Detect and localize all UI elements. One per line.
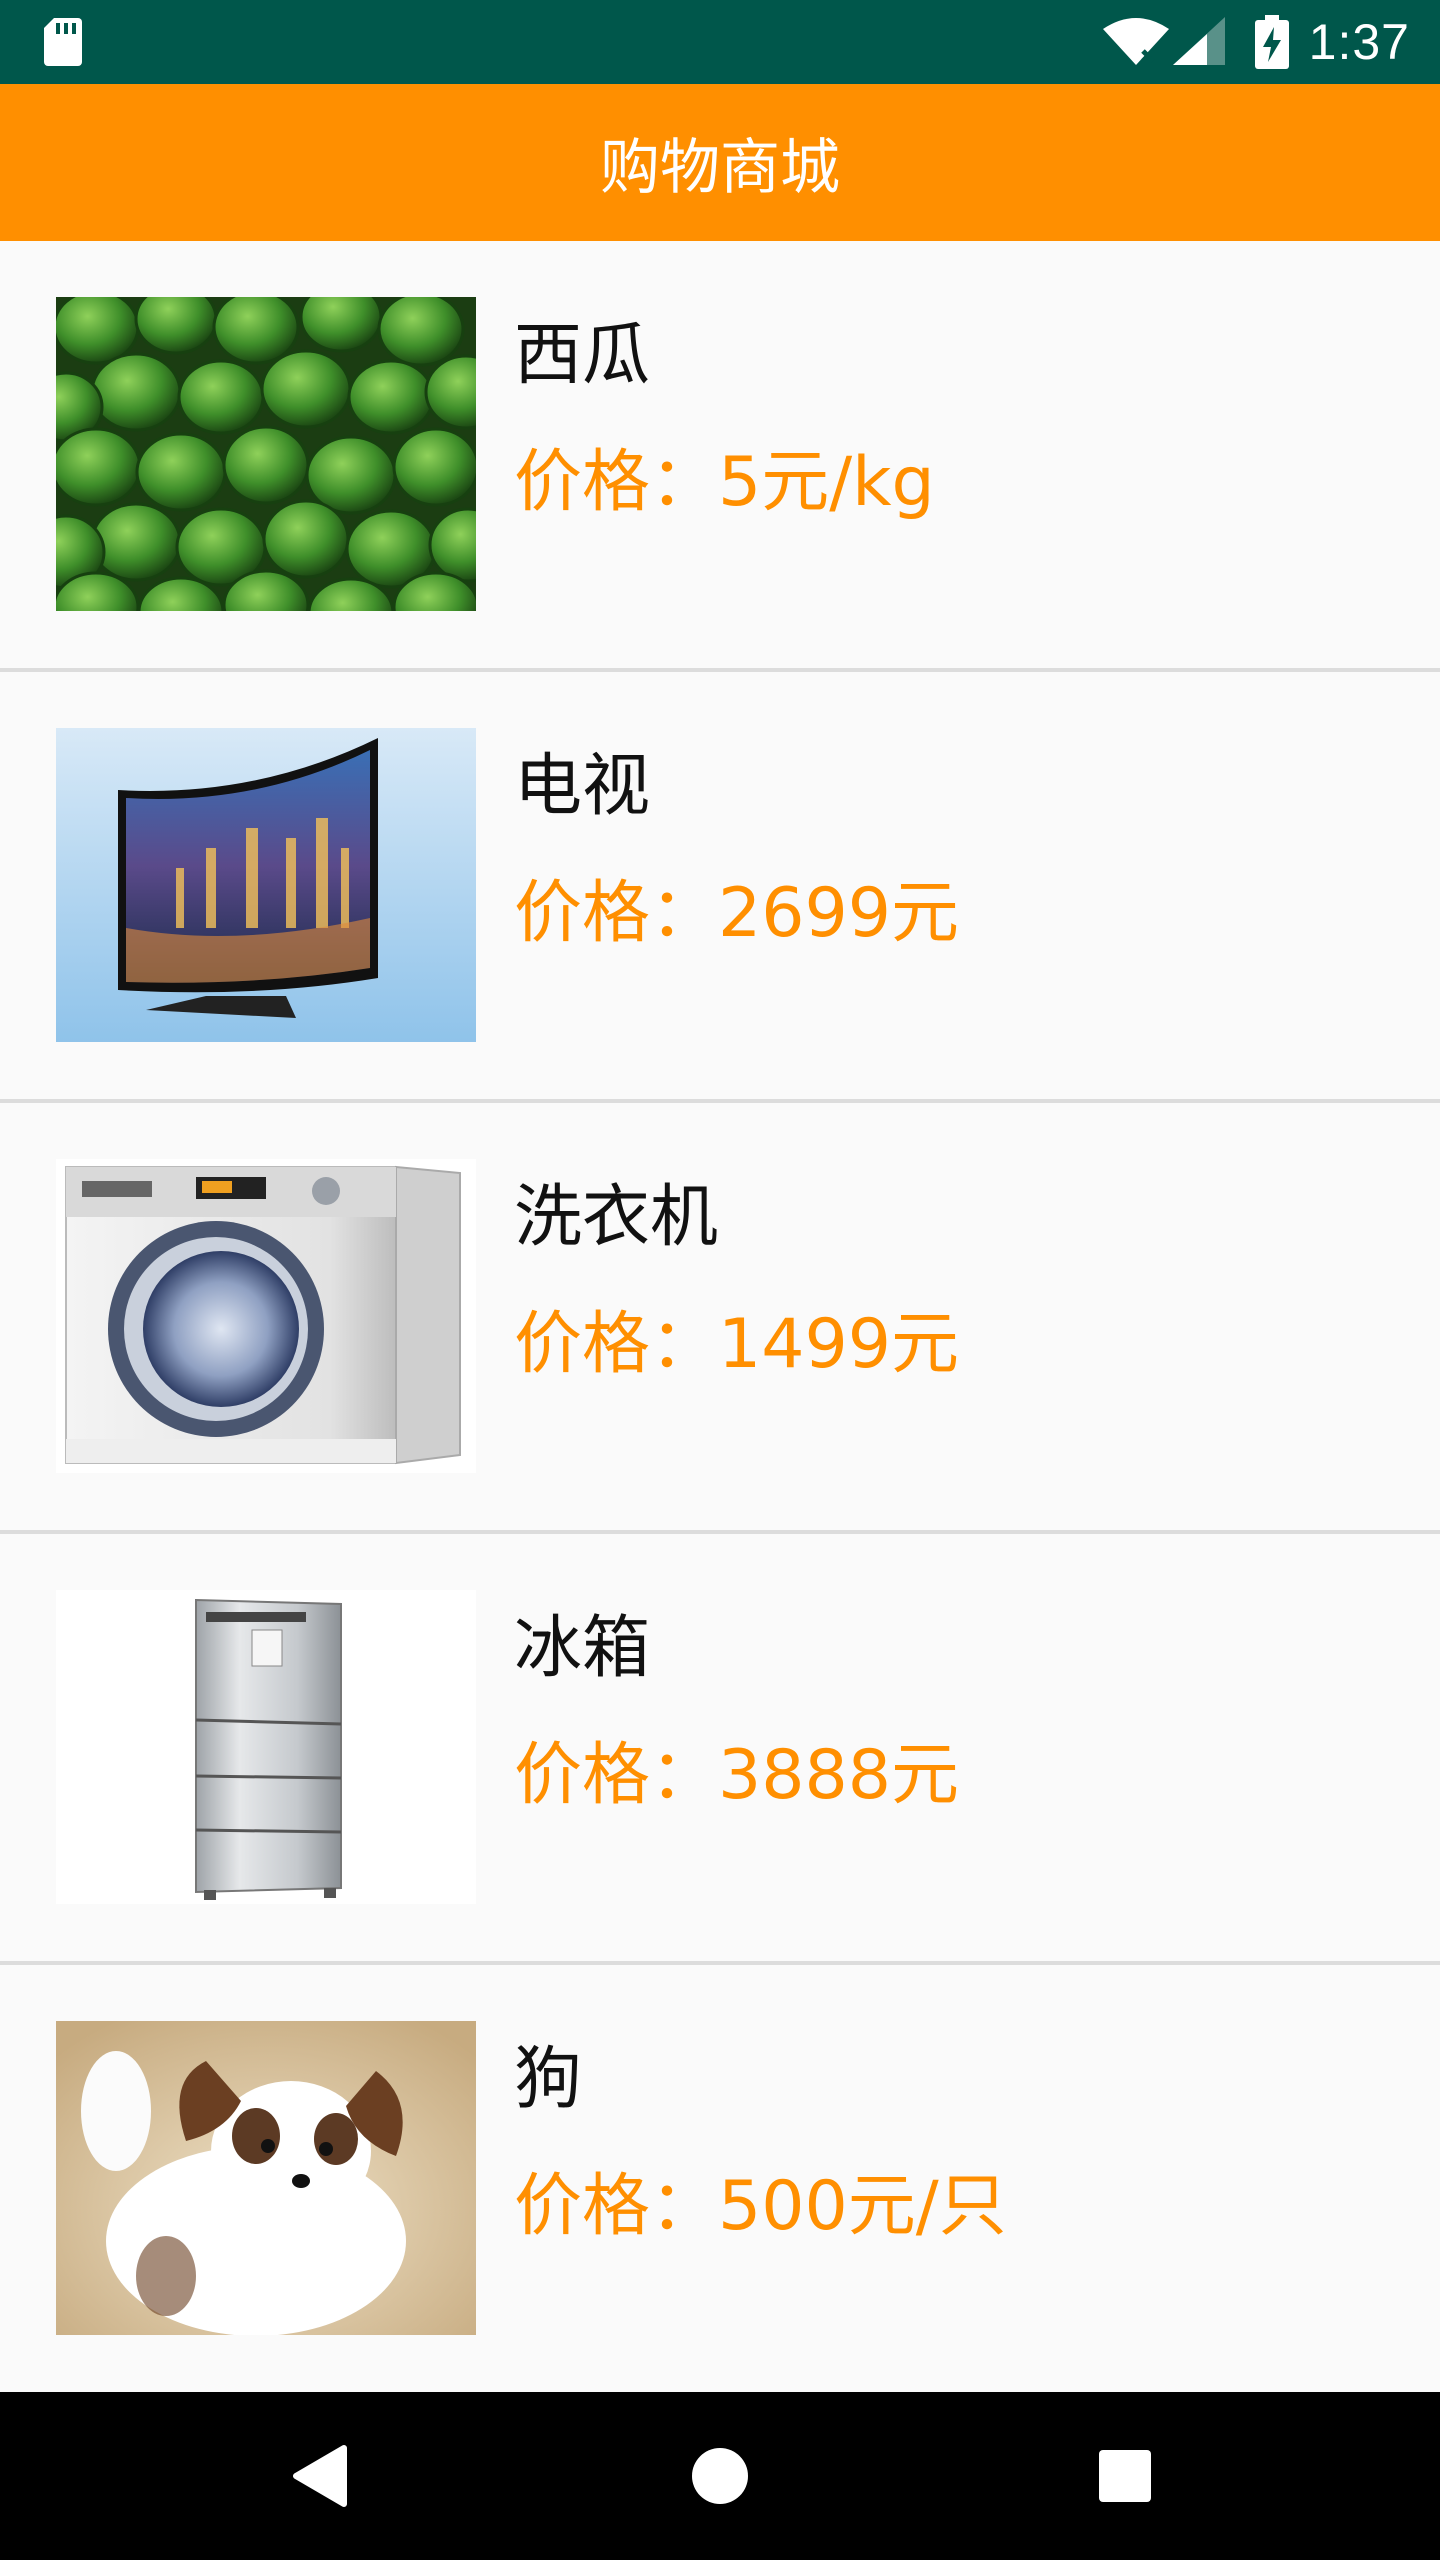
product-name: 洗衣机: [514, 1178, 719, 1257]
cell-signal-icon: [1172, 17, 1225, 65]
product-price: 价格：3888元: [514, 1736, 960, 1815]
product-item-dog[interactable]: 狗 价格：500元/只: [0, 1965, 1440, 2396]
battery-charging-icon: [1254, 15, 1289, 69]
back-button[interactable]: [260, 2392, 380, 2560]
refrigerator-image: [56, 1590, 476, 1904]
recents-button[interactable]: [1065, 2392, 1185, 2560]
app-toolbar: 购物商城: [0, 84, 1440, 241]
clock: 1:37: [1308, 14, 1410, 70]
dog-image: [56, 2021, 476, 2335]
status-bar: 1:37: [0, 0, 1440, 84]
washing-machine-image: [56, 1159, 476, 1473]
product-price: 价格：1499元: [514, 1305, 960, 1384]
product-name: 电视: [514, 747, 651, 826]
product-price: 价格：500元/只: [514, 2167, 1007, 2246]
product-price: 价格：5元/kg: [514, 443, 935, 522]
wifi-icon: [1102, 18, 1169, 65]
navigation-bar: [0, 2392, 1440, 2560]
recents-icon: [1099, 2450, 1151, 2502]
product-item-refrigerator[interactable]: 冰箱 价格：3888元: [0, 1534, 1440, 1965]
home-button[interactable]: [660, 2392, 780, 2560]
toolbar-title: 购物商城: [600, 133, 840, 203]
product-list[interactable]: 西瓜 价格：5元/kg 电视 价格：2699元 洗衣机 价格：1499元 冰箱 …: [0, 241, 1440, 2396]
product-name: 西瓜: [514, 316, 651, 395]
product-item-watermelon[interactable]: 西瓜 价格：5元/kg: [0, 241, 1440, 672]
back-icon: [293, 2445, 347, 2507]
watermelon-image: [56, 297, 476, 611]
sd-card-icon: [44, 18, 82, 66]
home-icon: [692, 2448, 748, 2504]
product-item-washing-machine[interactable]: 洗衣机 价格：1499元: [0, 1103, 1440, 1534]
product-item-tv[interactable]: 电视 价格：2699元: [0, 672, 1440, 1103]
product-name: 狗: [514, 2040, 583, 2119]
tv-image: [56, 728, 476, 1042]
product-price: 价格：2699元: [514, 874, 960, 953]
product-name: 冰箱: [514, 1609, 651, 1688]
